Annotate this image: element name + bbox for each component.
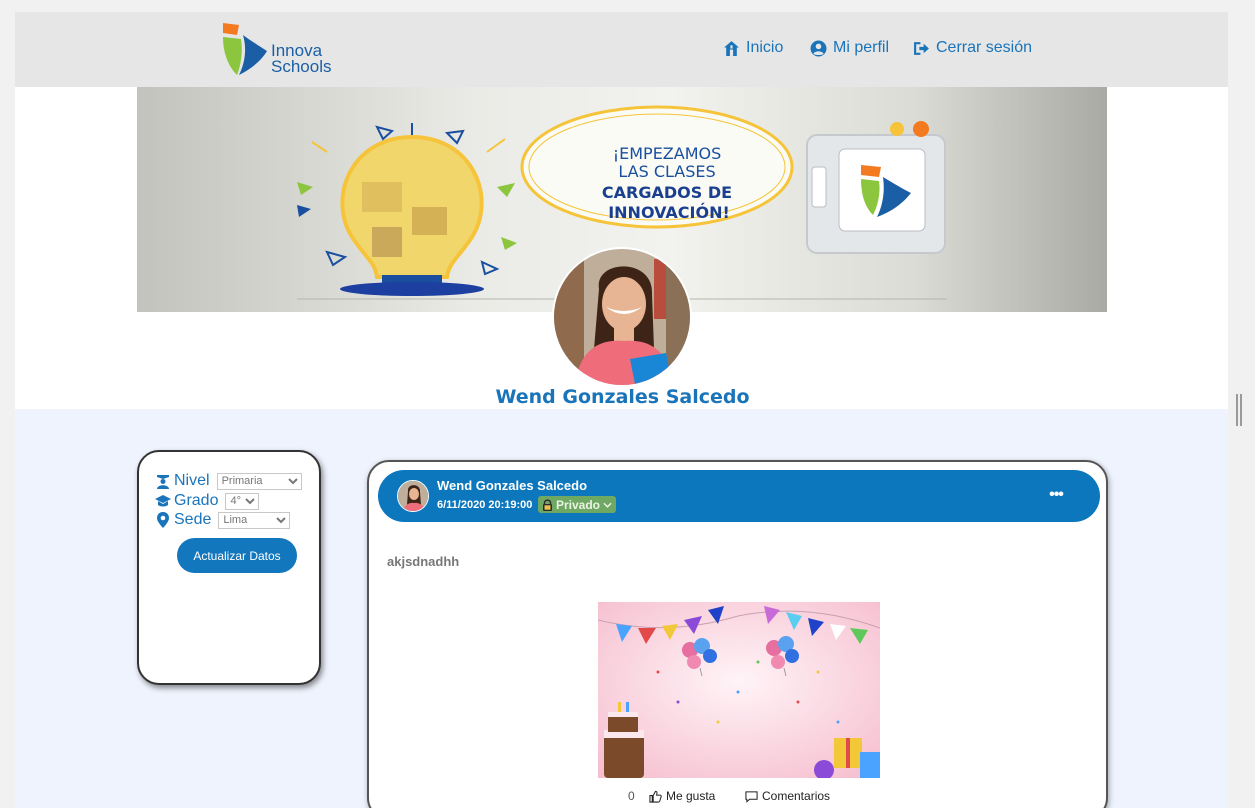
comments-label: Comentarios [762,789,831,803]
nav-mi-perfil[interactable]: Mi perfil [810,39,889,57]
logo-text-line2: Schools [271,57,332,76]
profile-avatar[interactable] [552,247,692,387]
comment-icon [745,790,758,803]
nav-mi-perfil-label: Mi perfil [833,39,890,56]
lock-icon [543,499,552,511]
profile-name: Wend Gonzales Salcedo [495,386,750,408]
post-author-photo [398,481,428,511]
post-card: Wend Gonzales Salcedo 6/11/2020 20:19:00… [367,460,1108,808]
chevron-down-icon [603,502,612,508]
filter-nivel-label: Nivel [174,472,210,489]
update-data-button[interactable]: Actualizar Datos [177,538,297,573]
filter-sede: Sede Lima [155,511,291,529]
post-datetime: 6/11/2020 20:19:00 [437,499,533,511]
map-marker-icon [157,512,169,528]
filter-grado-label: Grado [174,492,219,509]
filters-card: Nivel Primaria Grado 4° Sede Lima Actual… [137,450,321,685]
post-text: akjsdnadhh [387,554,460,569]
birthday-image [598,602,880,778]
privacy-dropdown[interactable]: Privado [538,496,617,513]
post-author-name[interactable]: Wend Gonzales Salcedo [437,478,587,493]
like-label: Me gusta [666,789,716,803]
thumbs-up-icon [649,790,662,803]
banner-text-line3: CARGADOS DE [602,183,732,202]
nivel-select[interactable]: Primaria [216,472,302,490]
top-navbar: Innova Schools Inicio Mi perfil Cerrar s… [15,12,1228,87]
like-button[interactable]: Me gusta [649,789,715,803]
likes-count: 0 [628,789,635,803]
sign-out-icon [914,41,929,55]
scrollbar-handle[interactable] [1236,394,1242,426]
comments-button[interactable]: Comentarios [745,789,830,803]
banner-text-line1: ¡EMPEZAMOS [613,144,722,163]
post-author-avatar[interactable] [397,480,429,512]
post-options-button[interactable]: ••• [1046,486,1066,506]
browser-viewport: Innova Schools Inicio Mi perfil Cerrar s… [0,0,1255,808]
post-header: Wend Gonzales Salcedo 6/11/2020 20:19:00… [378,470,1100,522]
filter-sede-label: Sede [174,511,212,528]
privacy-label: Privado [556,497,601,512]
filter-grado: Grado 4° [155,492,260,510]
user-circle-icon [810,40,827,56]
innova-schools-logo[interactable]: Innova Schools [221,21,341,77]
graduation-cap-icon [155,495,171,507]
post-image[interactable] [598,602,880,778]
banner-text-line2: LAS CLASES [618,162,715,181]
filter-nivel: Nivel Primaria [155,472,302,490]
teacher-icon [157,475,169,489]
grado-select[interactable]: 4° [225,492,260,510]
content-area: Nivel Primaria Grado 4° Sede Lima Actual… [15,409,1228,808]
nav-cerrar-sesion-label: Cerrar sesión [936,39,1033,56]
nav-cerrar-sesion[interactable]: Cerrar sesión [913,39,1032,57]
banner-text-line4: INNOVACIÓN! [608,203,730,222]
nav-inicio[interactable]: Inicio [723,39,783,57]
profile-photo [554,249,690,385]
logo-text: Innova Schools [271,42,332,76]
home-icon [724,40,739,56]
nav-inicio-label: Inicio [746,39,784,56]
sede-select[interactable]: Lima [218,511,291,529]
logo-shield-icon [223,23,267,75]
page: Innova Schools Inicio Mi perfil Cerrar s… [15,12,1228,808]
post-actions: 0 Me gusta Comentarios [369,789,1110,808]
